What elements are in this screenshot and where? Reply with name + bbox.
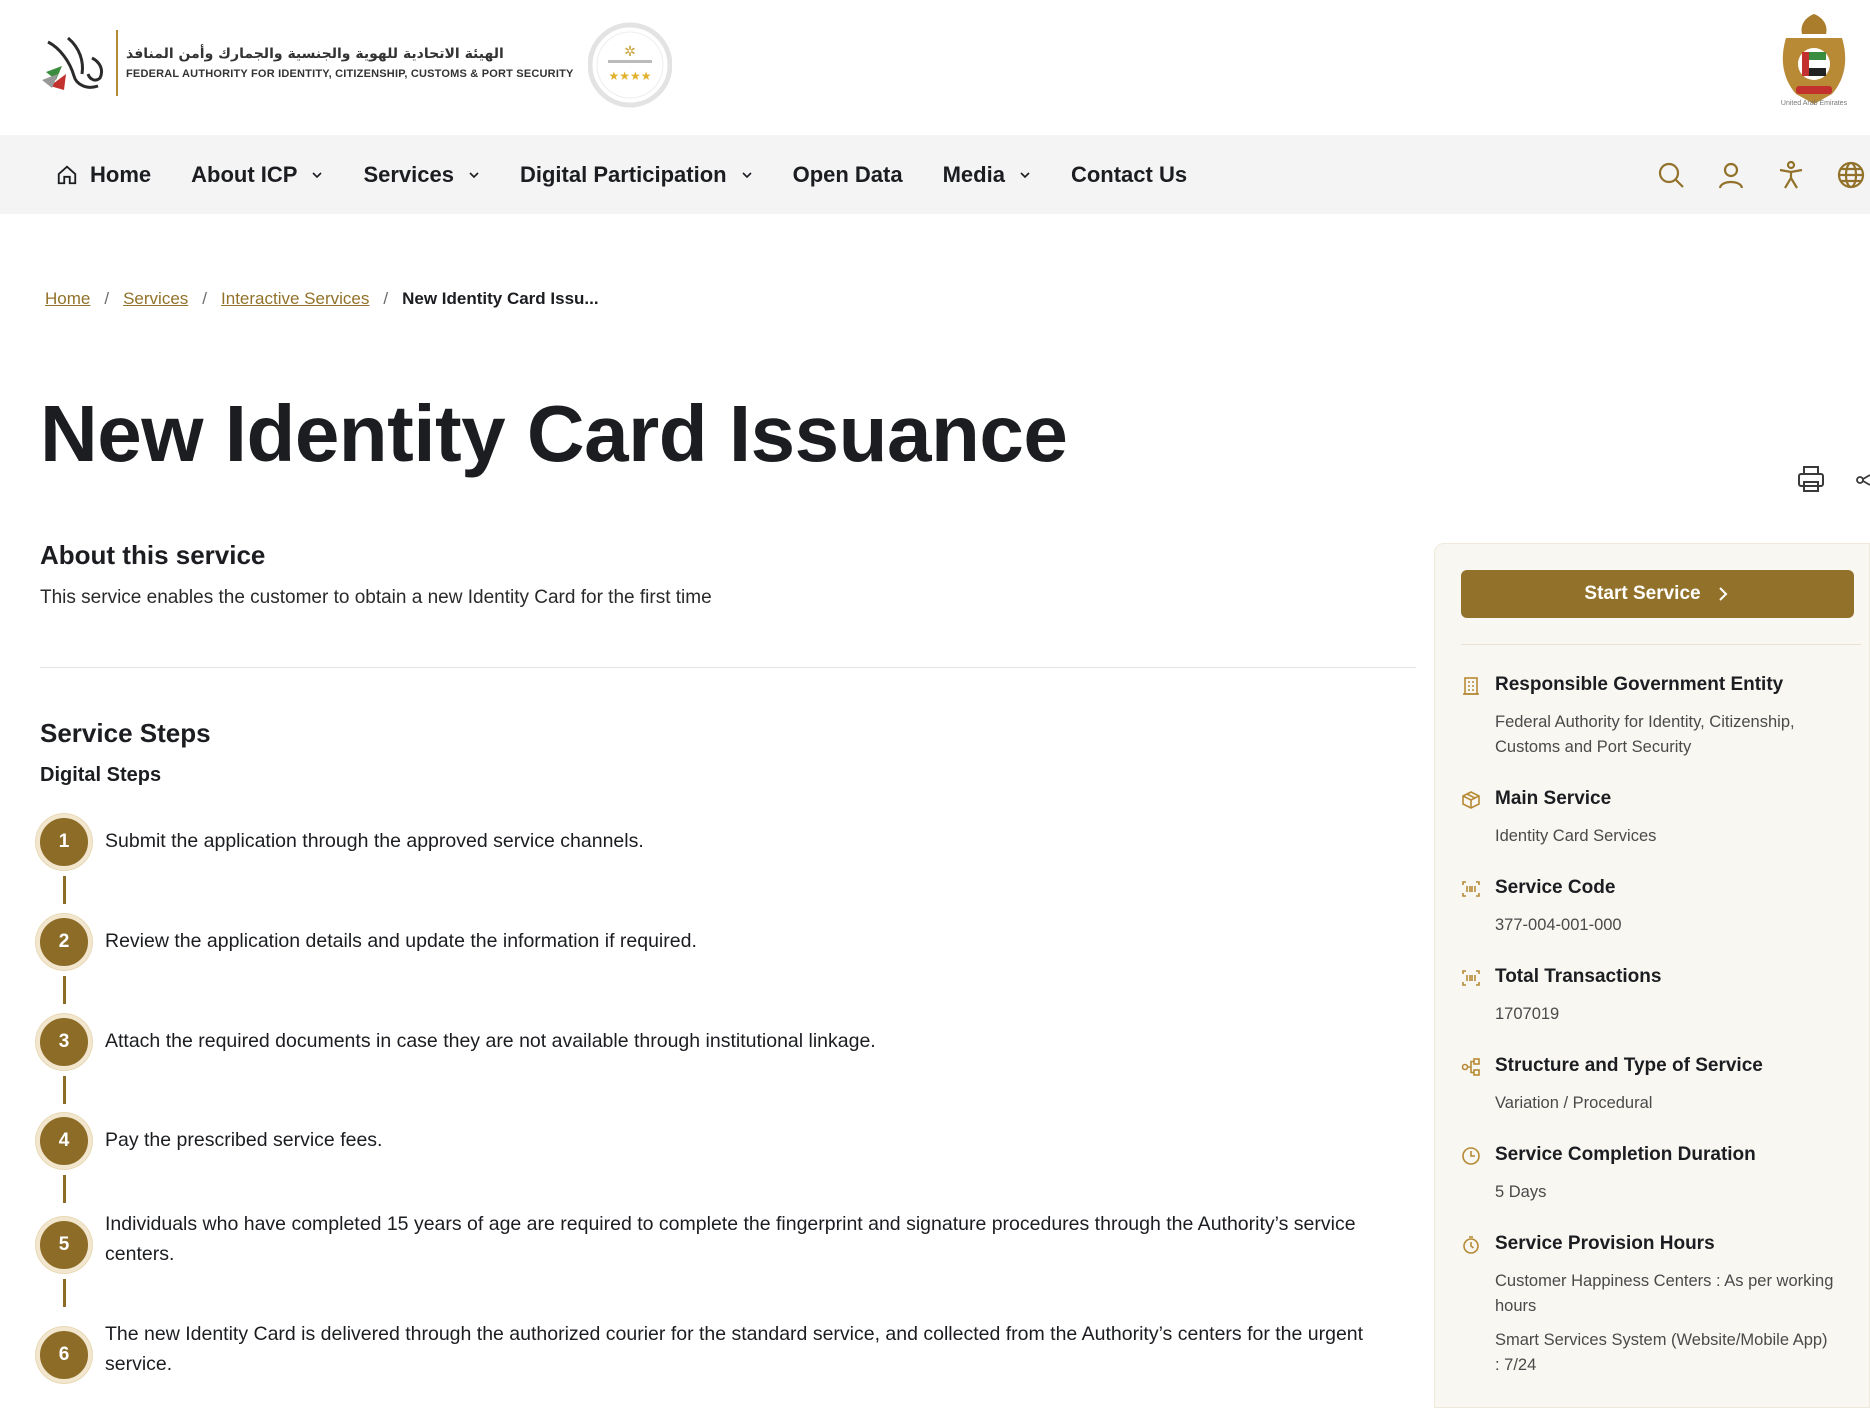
step-connector — [63, 876, 66, 904]
nav-label-contact-us: Contact Us — [1070, 161, 1188, 187]
svg-text:★★★★: ★★★★ — [608, 69, 651, 83]
box-icon — [1462, 791, 1480, 809]
search-icon[interactable] — [1656, 160, 1686, 190]
info-title: Responsible Government Entity — [1495, 674, 1784, 695]
step-text: Attach the required documents in case th… — [105, 1030, 876, 1052]
print-icon[interactable] — [1796, 464, 1826, 494]
step-number: 4 — [36, 1113, 92, 1169]
stopwatch-icon — [1463, 1236, 1479, 1254]
nav-item-media[interactable]: Media — [943, 162, 1031, 188]
barcode-icon — [1462, 970, 1480, 986]
step-number: 2 — [36, 914, 92, 970]
about-heading: About this service — [40, 540, 266, 570]
nav-label-about-icp: About ICP — [191, 161, 298, 187]
section-divider — [40, 667, 1416, 668]
step-number: 6 — [36, 1327, 92, 1383]
service-steps-heading: Service Steps — [40, 718, 211, 748]
building-icon — [1463, 677, 1479, 695]
info-value-secondary: Smart Services System (Website/Mobile Ap… — [1495, 1331, 1828, 1374]
breadcrumb: Home / Services / Interactive Services /… — [45, 289, 599, 309]
step-text: Individuals who have completed 15 years … — [105, 1213, 1356, 1265]
nav-label-media: Media — [942, 161, 1005, 187]
nav-label-open-data: Open Data — [792, 161, 903, 187]
barcode-icon — [1462, 881, 1480, 897]
step-text: Review the application details and updat… — [105, 930, 697, 952]
info-value: Variation / Procedural — [1495, 1094, 1653, 1112]
breadcrumb-current: New Identity Card Issu... — [402, 289, 599, 308]
share-icon[interactable] — [1856, 468, 1870, 492]
breadcrumb-home[interactable]: Home — [45, 289, 90, 309]
page-title: New Identity Card Issuance — [40, 389, 1068, 478]
falcon-logo-icon — [42, 36, 104, 90]
about-section: About this service This service enables … — [40, 540, 1416, 609]
chevron-down-icon — [742, 171, 752, 178]
star-rating-award-icon: ✲ ★★★★ — [588, 22, 672, 108]
breadcrumb-separator: / — [202, 289, 208, 308]
breadcrumb-separator: / — [104, 289, 110, 308]
site-header: الهيئة الاتحادية للهوية والجنسية والجمار… — [0, 0, 1870, 135]
nav-label-digital-participation: Digital Participation — [519, 161, 727, 187]
logo-divider — [116, 30, 118, 96]
info-value: 377-004-001-000 — [1495, 916, 1622, 934]
nav-item-about-icp[interactable]: About ICP — [191, 162, 323, 188]
nav-label-services: Services — [363, 161, 454, 187]
home-icon — [57, 165, 77, 184]
service-info-panel: Start Service Responsible Government Ent… — [1434, 543, 1870, 1408]
breadcrumb-services[interactable]: Services — [123, 289, 188, 309]
logo-english-text: FEDERAL AUTHORITY FOR IDENTITY, CITIZENS… — [126, 68, 574, 80]
nav-item-open-data[interactable]: Open Data — [793, 162, 903, 188]
nav-label-home: Home — [90, 161, 152, 187]
step-text: The new Identity Card is delivered throu… — [105, 1323, 1364, 1375]
info-value: Customer Happiness Centers : As per work… — [1495, 1272, 1834, 1315]
step-text: Submit the application through the appro… — [105, 830, 644, 852]
info-value: 5 Days — [1495, 1183, 1547, 1201]
svg-text:✲: ✲ — [624, 44, 636, 60]
about-text: This service enables the customer to obt… — [40, 587, 712, 608]
step-number: 5 — [36, 1217, 92, 1273]
info-value: Federal Authority for Identity, Citizens… — [1495, 713, 1795, 756]
info-title: Service Code — [1495, 877, 1616, 898]
hierarchy-icon — [1461, 1058, 1480, 1076]
step-number: 1 — [36, 814, 92, 870]
step-connector — [63, 1076, 66, 1104]
clock-icon — [1462, 1147, 1480, 1165]
nav-item-contact-us[interactable]: Contact Us — [1071, 162, 1187, 188]
step-connector — [63, 1175, 66, 1203]
nav-item-digital-participation[interactable]: Digital Participation — [520, 162, 753, 188]
chevron-right-icon — [1718, 587, 1728, 601]
digital-steps-heading: Digital Steps — [40, 764, 162, 786]
icp-logo[interactable]: الهيئة الاتحادية للهوية والجنسية والجمار… — [40, 28, 574, 98]
info-title: Main Service — [1495, 788, 1612, 809]
start-service-button[interactable]: Start Service — [1461, 570, 1854, 618]
accessibility-icon[interactable] — [1776, 160, 1806, 190]
step-connector — [63, 1279, 66, 1307]
step-connector — [63, 976, 66, 1004]
globe-icon[interactable] — [1836, 160, 1866, 190]
logo-arabic-text: الهيئة الاتحادية للهوية والجنسية والجمار… — [126, 46, 504, 62]
panel-divider — [1461, 644, 1861, 645]
nav-item-home[interactable]: Home — [56, 162, 151, 188]
start-service-label: Start Service — [1584, 583, 1701, 604]
info-title: Service Provision Hours — [1495, 1233, 1715, 1254]
breadcrumb-separator: / — [383, 289, 389, 308]
step-text: Pay the prescribed service fees. — [105, 1129, 383, 1151]
info-value: 1707019 — [1495, 1005, 1560, 1023]
chevron-down-icon — [312, 171, 323, 178]
chevron-down-icon — [1020, 171, 1030, 178]
nav-item-services[interactable]: Services — [363, 162, 480, 188]
info-title: Total Transactions — [1495, 966, 1662, 987]
user-icon[interactable] — [1716, 160, 1746, 190]
info-value: Identity Card Services — [1495, 827, 1657, 845]
emblem-caption: United Arab Emirates — [1780, 100, 1848, 107]
step-number: 3 — [36, 1014, 92, 1070]
uae-emblem-icon — [1782, 14, 1846, 104]
main-navigation: Home About ICP Services Digital Particip… — [0, 135, 1870, 214]
info-title: Structure and Type of Service — [1495, 1055, 1763, 1076]
chevron-down-icon — [469, 171, 479, 178]
info-title: Service Completion Duration — [1495, 1144, 1756, 1165]
breadcrumb-interactive-services[interactable]: Interactive Services — [221, 289, 369, 309]
